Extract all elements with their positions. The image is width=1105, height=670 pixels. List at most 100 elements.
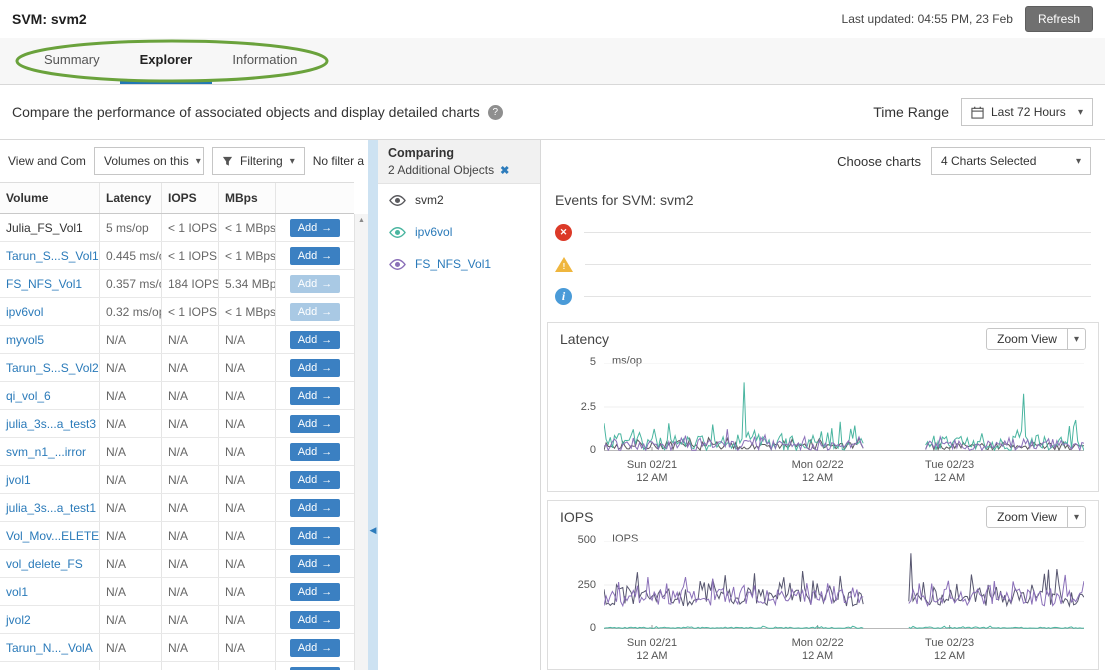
mbps-cell: N/A [219, 634, 276, 661]
latency-cell: N/A [100, 382, 162, 409]
time-range-value: Last 72 Hours [991, 105, 1066, 119]
add-button[interactable]: Add→ [290, 275, 341, 293]
iops-chart-card: IOPS Zoom View ▾ 500 IOPS 250 0 Sun 02/2… [547, 500, 1099, 670]
add-button[interactable]: Add→ [290, 639, 341, 657]
volume-link[interactable]: Tarun_S...S_Vol2 [6, 361, 99, 375]
add-button[interactable]: Add→ [290, 499, 341, 517]
mbps-column-header[interactable]: MBps [219, 183, 276, 213]
eye-icon[interactable] [388, 226, 407, 239]
volume-link[interactable]: vol1 [6, 585, 28, 599]
volume-link[interactable]: svm_n1_...irror [6, 445, 86, 459]
arrow-right-icon: → [321, 586, 332, 598]
latency-column-header[interactable]: Latency [100, 183, 162, 213]
panel-collapse-handle[interactable]: ◀ [368, 140, 378, 670]
comparing-item[interactable]: FS_NFS_Vol1 [378, 248, 540, 280]
arrow-right-icon: → [321, 334, 332, 346]
latency-cell: N/A [100, 466, 162, 493]
mbps-cell: N/A [219, 606, 276, 633]
time-range-dropdown[interactable]: Last 72 Hours ▾ [961, 98, 1093, 126]
eye-icon[interactable] [388, 258, 407, 271]
table-row: qi_vol_6 N/A N/A N/A Add→ [0, 382, 354, 410]
table-scrollbar[interactable]: ▲ [354, 214, 368, 670]
remove-all-icon[interactable]: ✖ [500, 164, 509, 177]
volume-link[interactable]: myvol5 [6, 333, 44, 347]
table-header-row: Volume Latency IOPS MBps [0, 182, 354, 214]
volume-link[interactable]: qi_vol_6 [6, 389, 51, 403]
table-row: vol_delete_FS N/A N/A N/A Add→ [0, 550, 354, 578]
filtering-button[interactable]: Filtering ▾ [212, 147, 305, 175]
arrow-right-icon: → [321, 446, 332, 458]
table-row: julia_3s...a_test3 N/A N/A N/A Add→ [0, 410, 354, 438]
help-icon[interactable]: ? [488, 105, 503, 120]
add-button[interactable]: Add→ [290, 303, 341, 321]
mbps-cell: N/A [219, 382, 276, 409]
eye-icon[interactable] [388, 194, 407, 207]
add-button[interactable]: Add→ [290, 555, 341, 573]
add-button[interactable]: Add→ [290, 387, 341, 405]
chevron-down-icon: ▾ [290, 156, 295, 167]
iops-cell: N/A [162, 438, 219, 465]
tab-information[interactable]: Information [212, 38, 317, 84]
arrow-right-icon: → [321, 474, 332, 486]
zoom-view-button[interactable]: Zoom View [986, 506, 1068, 528]
iops-cell: N/A [162, 410, 219, 437]
add-button[interactable]: Add→ [290, 415, 341, 433]
table-row: jvol2 N/A N/A N/A Add→ [0, 606, 354, 634]
collapse-left-icon[interactable]: ◀ [368, 525, 378, 536]
iops-cell: N/A [162, 550, 219, 577]
chevron-down-icon: ▾ [1076, 156, 1081, 167]
main-content: View and Comp Volumes on this ▾ Filterin… [0, 139, 1105, 670]
add-button[interactable]: Add→ [290, 611, 341, 629]
add-button[interactable]: Add→ [290, 527, 341, 545]
add-button[interactable]: Add→ [290, 359, 341, 377]
volume-link[interactable]: jvol1 [6, 473, 31, 487]
volume-link[interactable]: Julia_FS_Vol1 [6, 221, 83, 235]
comparing-item[interactable]: svm2 [378, 184, 540, 216]
subheader: Compare the performance of associated ob… [0, 85, 1105, 139]
y-tick-label: 500 [548, 534, 596, 546]
volume-link[interactable]: vol_delete_FS [6, 557, 83, 571]
volume-link[interactable]: Tarun_S...S_Vol1 [6, 249, 99, 263]
zoom-options-caret[interactable]: ▾ [1067, 328, 1086, 350]
volume-link[interactable]: julia_3s...a_test1 [6, 501, 96, 515]
tab-explorer[interactable]: Explorer [120, 38, 213, 84]
comparing-item-label: FS_NFS_Vol1 [415, 257, 491, 271]
tab-summary[interactable]: Summary [24, 38, 120, 84]
volume-link[interactable]: jvol2 [6, 613, 31, 627]
zoom-options-caret[interactable]: ▾ [1067, 506, 1086, 528]
latency-cell: 5 ms/op [100, 214, 162, 241]
add-button[interactable]: Add→ [290, 471, 341, 489]
svm-explorer-page: SVM: svm2 Last updated: 04:55 PM, 23 Feb… [0, 0, 1105, 670]
charts-selected-dropdown[interactable]: 4 Charts Selected ▾ [931, 147, 1091, 175]
last-updated-text: Last updated: 04:55 PM, 23 Feb [842, 12, 1013, 26]
volume-column-header[interactable]: Volume [0, 183, 100, 213]
add-button[interactable]: Add→ [290, 443, 341, 461]
add-column-header [276, 183, 354, 213]
latency-chart-title: Latency [560, 331, 609, 347]
scroll-up-icon[interactable]: ▲ [355, 214, 368, 224]
y-tick-label: 250 [548, 579, 596, 591]
iops-column-header[interactable]: IOPS [162, 183, 219, 213]
tab-bar: Summary Explorer Information [0, 38, 1105, 85]
table-row: Tarun_S...S_Vol2 N/A N/A N/A Add→ [0, 354, 354, 382]
y-tick-label: 0 [548, 444, 596, 456]
volume-link[interactable]: ipv6vol [6, 305, 43, 319]
volume-link[interactable]: Tarun_N..._VolA [6, 641, 93, 655]
add-button[interactable]: Add→ [290, 331, 341, 349]
volume-link[interactable]: julia_3s...a_test3 [6, 417, 96, 431]
latency-line-chart [604, 363, 1084, 451]
add-button[interactable]: Add→ [290, 247, 341, 265]
add-button[interactable]: Add→ [290, 583, 341, 601]
volume-link[interactable]: FS_NFS_Vol1 [6, 277, 82, 291]
events-timeline: Events for SVM: svm2 ✕ ! i [541, 182, 1105, 322]
comparing-item[interactable]: ipv6vol [378, 216, 540, 248]
volume-link[interactable]: Vol_Mov...ELETE [6, 529, 99, 543]
zoom-view-button[interactable]: Zoom View [986, 328, 1068, 350]
page-title: SVM: svm2 [12, 11, 87, 27]
mbps-cell: < 1 MBps [219, 298, 276, 325]
refresh-button[interactable]: Refresh [1025, 6, 1093, 32]
x-tick-label: Mon 02/2212 AM [792, 637, 844, 663]
view-selector-dropdown[interactable]: Volumes on this ▾ [94, 147, 204, 175]
add-button[interactable]: Add→ [290, 667, 341, 670]
add-button[interactable]: Add→ [290, 219, 341, 237]
